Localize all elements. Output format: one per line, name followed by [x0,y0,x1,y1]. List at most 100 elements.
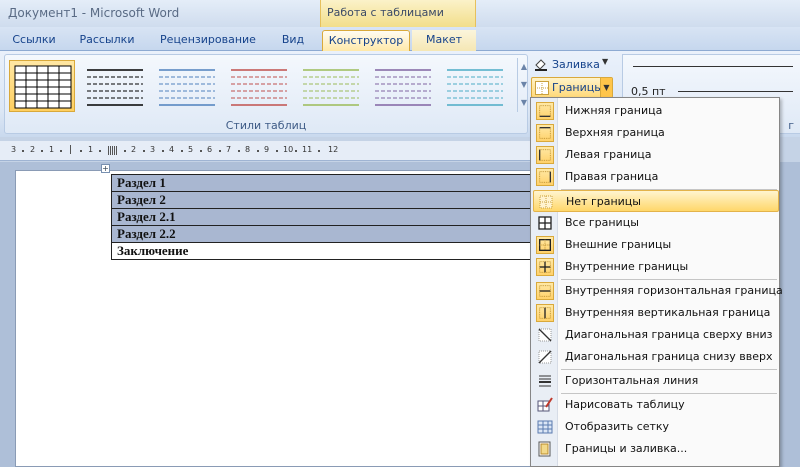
table-cell[interactable]: Заключение [111,242,531,260]
horizontal-ruler[interactable]: 3 2 1 1 2 3 4 5 6 7 8 9 10 11 12 [0,141,530,161]
table-cell[interactable]: Раздел 1 [111,174,531,192]
table-style-swatch[interactable] [81,60,147,112]
diagonal-down-border-icon [538,328,552,342]
no-border-icon [539,195,553,209]
menu-item-horizontal-line[interactable]: Горизонтальная линия [533,370,779,392]
table-style-swatch[interactable] [369,60,435,112]
window-title: Документ1 - Microsoft Word [8,6,180,20]
ruler-number: 8 [245,145,251,154]
ruler-tick [99,150,101,152]
menu-item-view-gridlines[interactable]: Отобразить сетку [533,416,779,438]
gallery-up-icon[interactable]: ▲ [518,58,530,76]
contextual-tab-group: Работа с таблицами [320,0,476,27]
draw-borders-label: г [788,119,794,132]
menu-item-label: Горизонтальная линия [565,374,699,387]
ruler-number: 5 [188,145,194,154]
ribbon-tabs: Ссылки Рассылки Рецензирование Вид Конст… [0,27,800,51]
table-move-handle-icon[interactable]: + [101,164,110,173]
table-cell[interactable]: Раздел 2 [111,191,531,209]
line-style-selector[interactable] [633,66,793,67]
title-bar: Документ1 - Microsoft Word Работа с табл… [0,0,800,27]
ruler-number: 1 [88,145,94,154]
table-row[interactable]: Раздел 2.2 [111,225,531,243]
ruler-number: 3 [150,145,156,154]
view-gridlines-icon [537,420,553,434]
borders-dropdown-icon[interactable]: ▼ [600,78,612,97]
menu-item-inside-vertical[interactable]: Внутренняя вертикальная граница [533,302,779,324]
menu-item-right-border[interactable]: Правая граница [533,166,779,188]
tab-design[interactable]: Конструктор [322,30,410,51]
ruler-tick [162,150,164,152]
inside-horizontal-border-icon [536,282,554,300]
table-style-swatch[interactable] [297,60,363,112]
ruler-number: 2 [30,145,36,154]
border-left-icon [536,146,554,164]
table-style-preview-icon [159,69,215,106]
table-style-preview-icon [303,69,359,106]
menu-item-inside-horizontal[interactable]: Внутренняя горизонтальная граница [533,280,783,302]
tab-mailings[interactable]: Рассылки [74,30,140,51]
table-style-preview-icon [375,69,431,106]
shading-button[interactable]: Заливка ▼ [534,55,614,75]
borders-icon [535,81,549,95]
document-table[interactable]: Раздел 1 Раздел 2 Раздел 2.1 Раздел 2.2 … [111,174,531,260]
menu-item-diagonal-down[interactable]: Диагональная граница сверху вниз [533,324,779,346]
table-style-swatch[interactable] [153,60,219,112]
menu-item-no-border[interactable]: Нет границы [533,190,779,212]
ruler-tick [257,150,259,152]
menu-item-label: Нет границы [566,195,641,208]
table-style-swatch[interactable] [9,60,75,112]
menu-item-left-border[interactable]: Левая граница [533,144,779,166]
table-row[interactable]: Раздел 2.1 [111,208,531,226]
table-style-swatch[interactable] [225,60,291,112]
table-row[interactable]: Раздел 1 [111,174,531,192]
menu-item-label: Границы и заливка... [565,442,688,455]
menu-item-diagonal-up[interactable]: Диагональная граница снизу вверх [533,346,779,368]
borders-button[interactable]: Границы ▼ [531,77,613,98]
ruler-tick [70,145,71,154]
table-style-preview-icon [87,69,143,106]
table-style-swatch[interactable] [441,60,507,112]
table-style-preview-icon [14,65,72,109]
menu-item-label: Диагональная граница сверху вниз [565,328,773,341]
table-row[interactable]: Заключение [111,242,531,260]
ruler-number: 7 [226,145,232,154]
menu-item-borders-and-shading[interactable]: Границы и заливка... [533,438,779,460]
ruler-tick [295,150,297,152]
menu-item-top-border[interactable]: Верхняя граница [533,122,779,144]
tab-layout[interactable]: Макет [412,30,476,51]
border-bottom-icon [536,102,554,120]
pen-weight-line [678,91,793,92]
gallery-down-icon[interactable]: ▼ [518,76,530,94]
gallery-more-icon[interactable]: ▼ [518,94,530,112]
menu-item-outside-borders[interactable]: Внешние границы [533,234,779,256]
ruler-tick [238,150,240,152]
ruler-tick [60,150,62,152]
table-cell[interactable]: Раздел 2.1 [111,208,531,226]
border-top-icon [536,124,554,142]
menu-item-all-borders[interactable]: Все границы [533,212,779,234]
table-row[interactable]: Раздел 2 [111,191,531,209]
menu-item-draw-table[interactable]: Нарисовать таблицу [533,394,779,416]
menu-item-inside-borders[interactable]: Внутренние границы [533,256,779,278]
menu-item-label: Внутренняя вертикальная граница [565,306,771,319]
menu-item-label: Верхняя граница [565,126,665,139]
table-styles-group: ▲ ▼ ▼ Стили таблиц [4,54,528,134]
ruler-number: 1 [49,145,55,154]
table-style-preview-icon [447,69,503,106]
menu-item-bottom-border[interactable]: Нижняя граница [533,100,779,122]
tab-review[interactable]: Рецензирование [152,30,264,51]
paint-bucket-icon [535,59,547,71]
table-cell[interactable]: Раздел 2.2 [111,225,531,243]
column-marker[interactable] [108,146,117,155]
menu-item-label: Диагональная граница снизу вверх [565,350,773,363]
table-style-preview-icon [231,69,287,106]
draw-table-icon [537,397,553,412]
gallery-scroll[interactable]: ▲ ▼ ▼ [517,58,530,112]
tab-view[interactable]: Вид [276,30,310,51]
ruler-number: 9 [264,145,270,154]
menu-item-label: Внешние границы [565,238,672,251]
ruler-number: 10 [283,145,294,154]
ruler-number: 12 [328,145,339,154]
tab-references[interactable]: Ссылки [6,30,62,51]
